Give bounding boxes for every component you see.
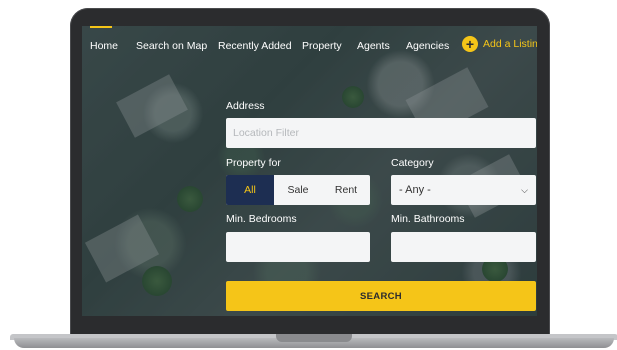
photo-dark-overlay bbox=[82, 26, 537, 316]
nav-recently-added[interactable]: Recently Added bbox=[218, 40, 292, 52]
category-value: - Any - bbox=[399, 184, 431, 196]
nav-agencies[interactable]: Agencies bbox=[406, 40, 449, 52]
plus-circle-icon: + bbox=[462, 36, 478, 52]
location-filter-input[interactable] bbox=[226, 118, 536, 148]
min-bedrooms-input[interactable] bbox=[226, 232, 370, 262]
active-nav-indicator bbox=[90, 26, 112, 28]
address-label: Address bbox=[226, 100, 265, 112]
category-select[interactable]: - Any - ⌵ bbox=[391, 175, 536, 205]
laptop-mockup: Home Search on Map Recently Added Proper… bbox=[0, 0, 617, 350]
nav-property[interactable]: Property bbox=[302, 40, 342, 52]
add-listing-label: Add a Listing bbox=[483, 38, 537, 50]
laptop-screen: Home Search on Map Recently Added Proper… bbox=[82, 26, 537, 316]
property-for-label: Property for bbox=[226, 157, 281, 169]
min-bathrooms-label: Min. Bathrooms bbox=[391, 213, 465, 225]
top-navigation: Home Search on Map Recently Added Proper… bbox=[82, 26, 537, 66]
min-bedrooms-label: Min. Bedrooms bbox=[226, 213, 297, 225]
nav-agents[interactable]: Agents bbox=[357, 40, 390, 52]
property-for-sale[interactable]: Sale bbox=[274, 175, 322, 205]
nav-home[interactable]: Home bbox=[90, 40, 118, 52]
category-label: Category bbox=[391, 157, 434, 169]
laptop-notch bbox=[276, 334, 352, 342]
property-for-toggle: All Sale Rent bbox=[226, 175, 370, 205]
property-for-rent[interactable]: Rent bbox=[322, 175, 370, 205]
search-button[interactable]: SEARCH bbox=[226, 281, 536, 311]
property-for-all[interactable]: All bbox=[226, 175, 274, 205]
add-listing-link[interactable]: + Add a Listing bbox=[462, 36, 537, 52]
min-bathrooms-input[interactable] bbox=[391, 232, 536, 262]
chevron-down-icon: ⌵ bbox=[521, 184, 528, 195]
nav-search-on-map[interactable]: Search on Map bbox=[136, 40, 207, 52]
